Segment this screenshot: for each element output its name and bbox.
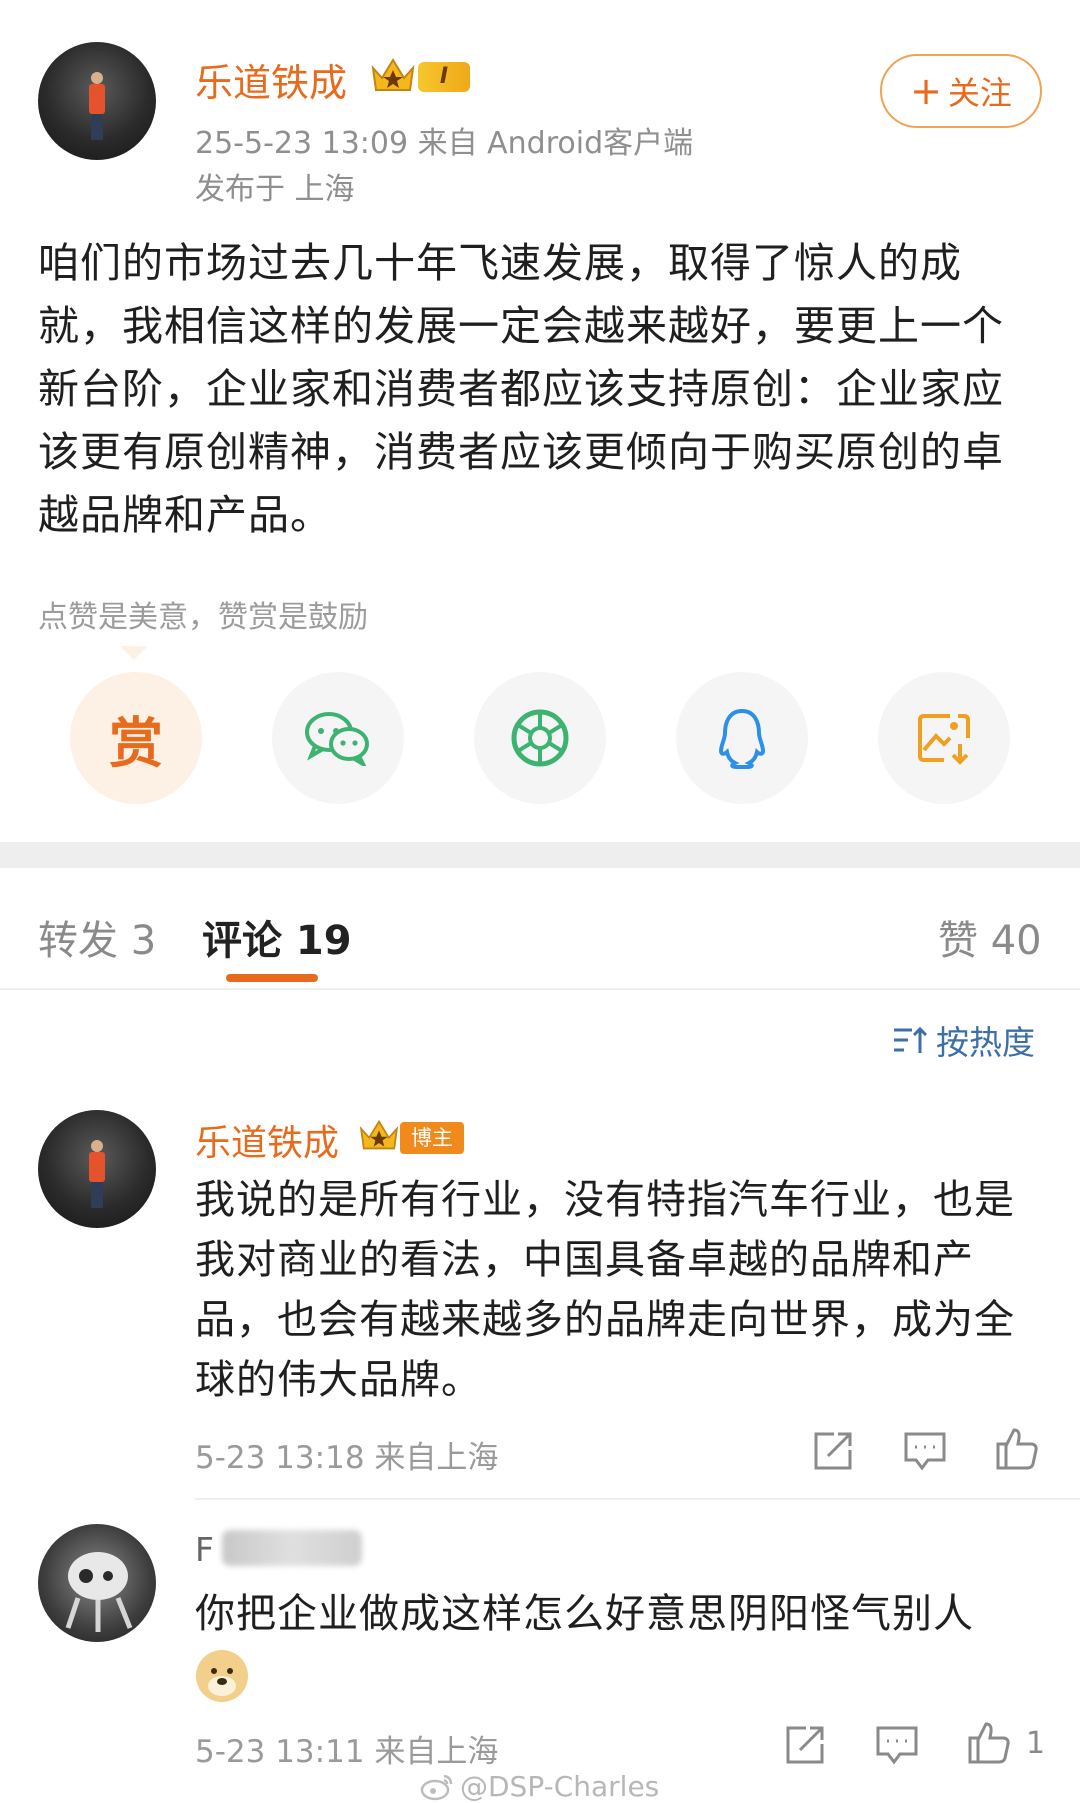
sort-icon [894, 1026, 928, 1053]
save-image-button[interactable] [878, 672, 1010, 804]
comment-author[interactable]: 乐道铁成 [195, 1114, 339, 1166]
reward-hint: 点赞是美意，赞赏是鼓励 [38, 600, 368, 635]
follow-label: 关注 [947, 74, 1012, 112]
crown-icon [359, 1119, 399, 1150]
tabs-border [0, 988, 1080, 990]
wechat-icon [305, 712, 369, 766]
post-location: 发布于 上海 [195, 172, 355, 207]
comment-meta: 5-23 13:11 来自上海 [195, 1734, 499, 1770]
crown-icon [371, 58, 415, 91]
robot-avatar-image [65, 1552, 133, 1632]
doge-emoji-icon [196, 1650, 248, 1702]
repost-icon[interactable] [810, 1428, 856, 1474]
comment-author-prefix: F [195, 1530, 214, 1569]
reward-button[interactable]: 赏 [70, 672, 202, 804]
reward-icon: 赏 [109, 711, 163, 775]
save-image-icon [918, 714, 970, 765]
comment-text: 我说的是所有行业，没有特指汽车行业，也是我对商业的看法，中国具备卓越的品牌和产品… [195, 1177, 1015, 1403]
author-avatar[interactable] [38, 42, 156, 160]
watermark-text: @DSP-Charles [460, 1770, 660, 1803]
level-badge: I [418, 62, 470, 92]
like-icon[interactable] [994, 1424, 1040, 1472]
tab-comments[interactable]: 评论 19 [202, 908, 352, 966]
sort-label: 按热度 [936, 1023, 1035, 1062]
moments-icon [511, 709, 569, 767]
follow-button[interactable]: + 关注 [880, 54, 1042, 128]
watermark: @DSP-Charles [420, 1770, 659, 1803]
tab-repost[interactable]: 转发 3 [38, 908, 156, 966]
comment-icon[interactable] [902, 1428, 948, 1474]
comment-icon[interactable] [874, 1722, 920, 1768]
share-row: 赏 [0, 672, 1080, 806]
moments-share-button[interactable] [474, 672, 606, 804]
reward-pointer [120, 646, 148, 660]
section-divider [0, 842, 1080, 868]
weibo-logo-icon [420, 1774, 453, 1800]
author-badge: 博主 [400, 1122, 464, 1154]
blurred-username[interactable] [222, 1530, 362, 1566]
comment-avatar[interactable] [38, 1524, 156, 1642]
sort-by-hot-button[interactable]: 按热度 [892, 1016, 1035, 1064]
like-icon[interactable] [966, 1718, 1012, 1766]
active-tab-indicator [226, 974, 318, 982]
comment-text: 你把企业做成这样怎么好意思阴阳怪气别人 [195, 1591, 974, 1637]
comment-separator [195, 1498, 1080, 1500]
repost-icon[interactable] [782, 1722, 828, 1768]
like-count: 1 [1026, 1726, 1046, 1761]
tab-bar: 转发 3 评论 19 赞 40 [0, 900, 1080, 990]
comment-avatar[interactable] [38, 1110, 156, 1228]
author-name[interactable]: 乐道铁成 [195, 52, 347, 107]
post-body: 咱们的市场过去几十年飞速发展，取得了惊人的成就，我相信这样的发展一定会越来越好，… [38, 239, 1004, 539]
comment-meta: 5-23 13:18 来自上海 [195, 1440, 499, 1476]
wechat-share-button[interactable] [272, 672, 404, 804]
plus-icon: + [910, 69, 942, 113]
post-time-source: 25-5-23 13:09 来自 Android客户端 [195, 126, 694, 161]
qq-icon [718, 708, 766, 769]
tab-likes[interactable]: 赞 40 [938, 908, 1042, 966]
qq-share-button[interactable] [676, 672, 808, 804]
